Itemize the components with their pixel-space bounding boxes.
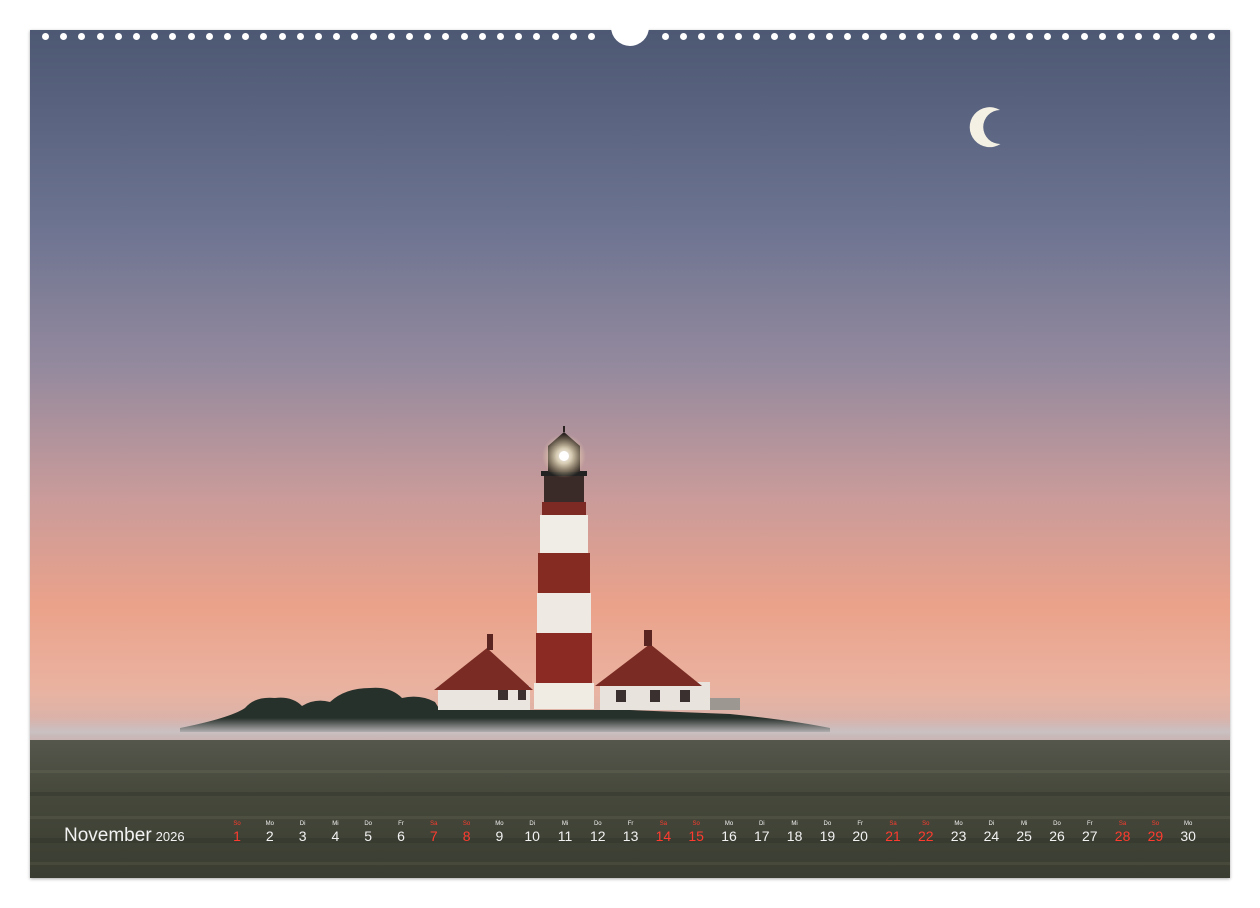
day-cell: Mi 11 bbox=[550, 820, 580, 844]
day-cell: Mo 16 bbox=[714, 820, 744, 844]
day-cell: Do 12 bbox=[583, 820, 613, 844]
weekday-label: So bbox=[233, 821, 241, 827]
day-cell: Sa 21 bbox=[878, 820, 908, 844]
weekday-label: Di bbox=[299, 821, 306, 827]
day-number: 22 bbox=[918, 828, 934, 844]
day-number: 24 bbox=[983, 828, 1000, 844]
day-cell: Di 17 bbox=[747, 820, 777, 844]
day-cell: Sa 28 bbox=[1108, 820, 1138, 844]
weekday-label: Fr bbox=[398, 821, 404, 827]
lighthouse-scene bbox=[30, 30, 1230, 878]
day-number: 26 bbox=[1049, 828, 1065, 844]
calendar-strip: November 2026 So 1 Mo 2 Di 3 Mi 4 Do 5 Fr 6 Sa 7 So 8 Mo 9… bbox=[30, 818, 1230, 858]
weekday-label: Sa bbox=[1118, 821, 1127, 827]
day-number: 4 bbox=[331, 828, 340, 844]
day-number: 20 bbox=[852, 828, 868, 844]
day-number: 3 bbox=[298, 828, 307, 844]
day-number: 5 bbox=[364, 828, 373, 844]
weekday-label: Do bbox=[364, 821, 373, 827]
calendar-page: November 2026 So 1 Mo 2 Di 3 Mi 4 Do 5 Fr 6 Sa 7 So 8 Mo 9… bbox=[0, 0, 1260, 908]
weekday-label: Sa bbox=[430, 821, 438, 827]
day-number: 14 bbox=[655, 828, 672, 844]
day-number: 16 bbox=[721, 828, 737, 844]
weekday-label: Di bbox=[529, 821, 536, 827]
day-number: 30 bbox=[1180, 828, 1196, 844]
lighthouse-photo bbox=[30, 30, 1230, 878]
day-cell: Mo 9 bbox=[484, 820, 514, 844]
day-cell: Di 24 bbox=[976, 820, 1006, 844]
day-number: 21 bbox=[885, 828, 901, 844]
weekday-label: Mi bbox=[791, 821, 798, 827]
day-cell: Do 26 bbox=[1042, 820, 1072, 844]
weekday-label: So bbox=[462, 821, 471, 827]
day-cell: Di 10 bbox=[517, 820, 547, 844]
weekday-label: Sa bbox=[659, 821, 668, 827]
weekday-label: Mo bbox=[954, 821, 963, 827]
day-cell: Do 5 bbox=[353, 820, 383, 844]
weekday-label: Di bbox=[988, 821, 995, 827]
day-cell: Mi 4 bbox=[320, 820, 350, 844]
day-number: 25 bbox=[1016, 828, 1032, 844]
day-number: 11 bbox=[557, 828, 573, 844]
day-cell: Fr 6 bbox=[386, 820, 416, 844]
day-cell: Sa 7 bbox=[419, 820, 449, 844]
day-cell: Fr 13 bbox=[616, 820, 646, 844]
weekday-label: So bbox=[692, 821, 700, 827]
day-number: 12 bbox=[590, 828, 606, 844]
day-number: 23 bbox=[950, 828, 967, 844]
weekday-label: Fr bbox=[857, 821, 864, 827]
day-number: 27 bbox=[1082, 828, 1098, 844]
weekday-label: Do bbox=[593, 821, 602, 827]
year-label: 2026 bbox=[155, 829, 185, 844]
day-number: 29 bbox=[1147, 828, 1164, 844]
day-number: 17 bbox=[754, 828, 770, 844]
day-cell: Mi 25 bbox=[1009, 820, 1039, 844]
day-cell: Mi 18 bbox=[780, 820, 810, 844]
month-label: November 2026 bbox=[64, 825, 185, 847]
day-cell: Fr 27 bbox=[1075, 820, 1105, 844]
day-cell: So 8 bbox=[452, 820, 482, 844]
day-cell: So 1 bbox=[222, 820, 252, 844]
day-cell: Mo 30 bbox=[1173, 820, 1203, 844]
weekday-label: Fr bbox=[627, 821, 634, 827]
day-cell: Di 3 bbox=[288, 820, 318, 844]
day-number: 8 bbox=[462, 828, 471, 844]
day-number: 10 bbox=[524, 828, 540, 844]
day-number: 9 bbox=[495, 828, 504, 844]
weekday-label: Do bbox=[823, 821, 832, 827]
weekday-label: Mi bbox=[332, 821, 339, 827]
day-cell: Fr 20 bbox=[845, 820, 875, 844]
weekday-label: Di bbox=[758, 821, 765, 827]
weekday-label: Mo bbox=[495, 821, 504, 827]
day-cell: Mo 2 bbox=[255, 820, 285, 844]
weekday-label: Do bbox=[1053, 821, 1061, 827]
day-cell: Mo 23 bbox=[944, 820, 974, 844]
day-cell: Do 19 bbox=[812, 820, 842, 844]
day-cell: So 15 bbox=[681, 820, 711, 844]
day-cell: Sa 14 bbox=[648, 820, 678, 844]
day-number: 15 bbox=[688, 828, 704, 844]
weekday-label: Mo bbox=[265, 821, 274, 827]
day-number: 1 bbox=[233, 828, 241, 844]
weekday-label: Mo bbox=[1184, 821, 1193, 827]
weekday-label: Mi bbox=[561, 821, 569, 827]
day-cell: So 22 bbox=[911, 820, 941, 844]
weekday-label: So bbox=[1151, 821, 1160, 827]
weekday-label: Mi bbox=[1021, 821, 1028, 827]
day-number: 28 bbox=[1114, 828, 1131, 844]
day-number: 19 bbox=[819, 828, 836, 844]
day-number: 7 bbox=[429, 828, 438, 844]
month-name: November bbox=[64, 825, 152, 846]
weekday-label: Sa bbox=[889, 821, 897, 827]
weekday-label: Mo bbox=[724, 821, 734, 827]
day-number: 18 bbox=[786, 828, 803, 844]
weekday-label: Fr bbox=[1086, 821, 1093, 827]
day-number: 2 bbox=[265, 828, 274, 844]
weekday-label: So bbox=[922, 821, 930, 827]
day-number: 6 bbox=[397, 828, 405, 844]
day-cell: So 29 bbox=[1140, 820, 1170, 844]
day-number: 13 bbox=[622, 828, 639, 844]
